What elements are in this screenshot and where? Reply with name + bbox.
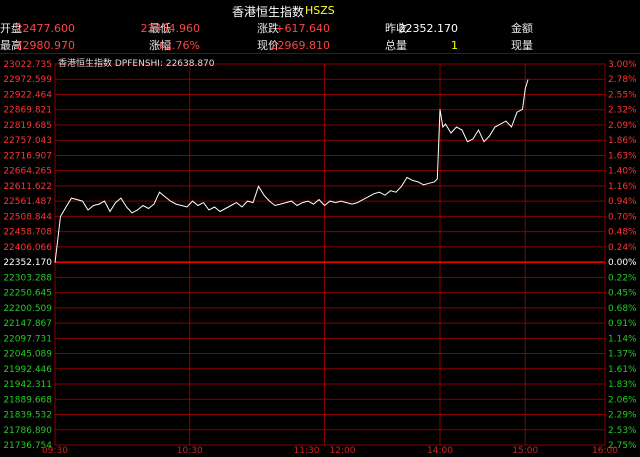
left-tick-label: 21839.532: [3, 411, 52, 421]
x-tick-label: 12:00: [330, 446, 356, 456]
left-tick-label: 22611.622: [3, 182, 52, 192]
right-tick-label: 1.61%: [608, 365, 637, 375]
chart-legend: 香港恒生指数 DPFENSHI: 22638.870: [58, 59, 215, 69]
right-tick-label: 1.83%: [608, 380, 637, 390]
left-tick-label: 22664.265: [3, 167, 52, 177]
right-tick-label: 0.45%: [608, 289, 637, 299]
left-tick-label: 22869.821: [3, 106, 52, 116]
right-tick-label: 2.53%: [608, 426, 637, 436]
left-tick-label: 21942.311: [3, 380, 52, 390]
right-tick-label: 1.14%: [608, 334, 637, 344]
left-tick-label: 21992.446: [3, 365, 52, 375]
left-tick-label: 22147.867: [3, 319, 52, 329]
plot-frame: [54, 63, 606, 446]
x-tick-label: 09:30: [42, 446, 68, 456]
left-tick-label: 21786.890: [3, 426, 52, 436]
right-tick-label: 2.55%: [608, 90, 637, 100]
right-tick-label: 2.32%: [608, 106, 637, 116]
right-tick-label: 1.63%: [608, 151, 637, 161]
left-tick-label: 22352.170: [3, 258, 52, 268]
right-tick-label: 3.00%: [608, 60, 637, 70]
right-tick-label: 2.09%: [608, 121, 637, 131]
right-tick-label: 1.37%: [608, 350, 637, 360]
right-tick-label: 0.91%: [608, 319, 637, 329]
right-tick-label: 0.94%: [608, 197, 637, 207]
right-tick-label: 1.16%: [608, 182, 637, 192]
right-tick-label: 1.86%: [608, 136, 637, 146]
left-tick-label: 22972.599: [3, 75, 52, 85]
left-tick-label: 22303.288: [3, 273, 52, 283]
right-tick-label: 0.68%: [608, 304, 637, 314]
left-tick-label: 22250.645: [3, 289, 52, 299]
left-tick-label: 22406.066: [3, 243, 52, 253]
left-tick-label: 22045.089: [3, 350, 52, 360]
right-tick-label: 0.24%: [608, 243, 637, 253]
right-tick-label: 0.22%: [608, 273, 637, 283]
left-tick-label: 22716.907: [3, 151, 52, 161]
x-tick-label: 10:30: [177, 446, 203, 456]
right-tick-label: 2.78%: [608, 75, 637, 85]
left-tick-label: 23022.735: [3, 60, 52, 70]
left-tick-label: 22458.708: [3, 228, 52, 238]
left-tick-label: 22097.731: [3, 334, 52, 344]
x-tick-label: 14:00: [427, 446, 453, 456]
left-tick-label: 21889.668: [3, 395, 52, 405]
left-tick-label: 22757.043: [3, 136, 52, 146]
left-tick-label: 22561.487: [3, 197, 52, 207]
left-tick-label: 22200.509: [3, 304, 52, 314]
right-tick-label: 1.40%: [608, 167, 637, 177]
right-tick-label: 0.70%: [608, 212, 637, 222]
left-tick-label: 22508.844: [3, 212, 52, 222]
x-tick-label: 15:00: [512, 446, 538, 456]
left-tick-label: 22922.464: [3, 90, 52, 100]
right-tick-label: 2.29%: [608, 411, 637, 421]
right-tick-label: 0.48%: [608, 228, 637, 238]
right-tick-label: 2.06%: [608, 395, 637, 405]
x-tick-label: 11:30: [294, 446, 320, 456]
x-tick-label: 16:00: [592, 446, 618, 456]
right-tick-label: 0.00%: [608, 258, 637, 268]
left-tick-label: 22819.685: [3, 121, 52, 131]
